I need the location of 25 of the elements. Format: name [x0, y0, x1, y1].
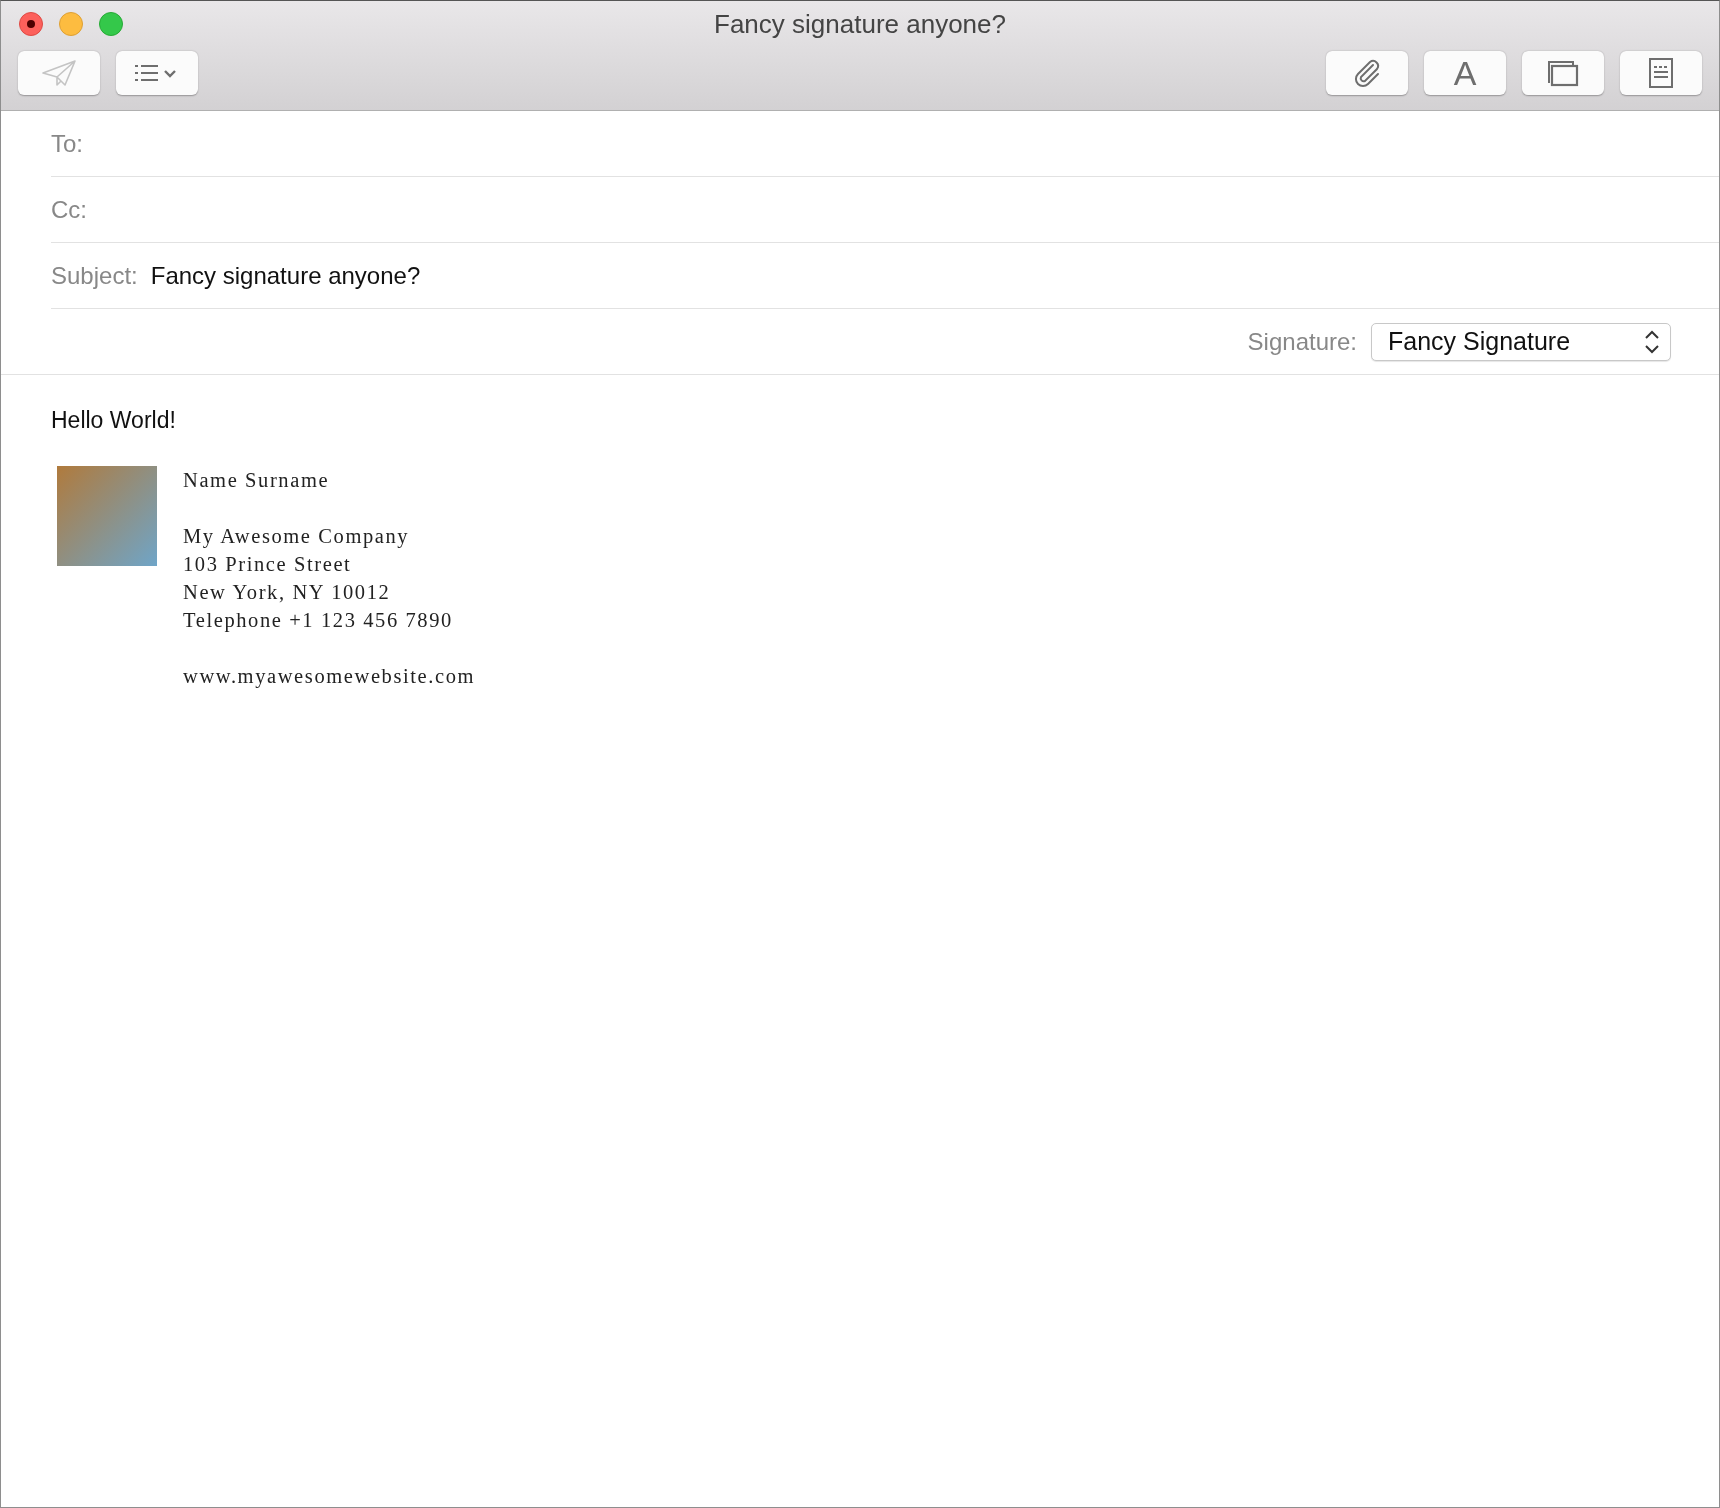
subject-field[interactable]: Fancy signature anyone? [150, 255, 1719, 296]
up-down-chevron-icon [1644, 328, 1660, 355]
signature-dropdown[interactable]: Fancy Signature [1371, 322, 1671, 361]
window-title: Fancy signature anyone? [714, 8, 1006, 39]
field-label: Cc: [51, 195, 87, 224]
attach-button[interactable] [1326, 51, 1408, 95]
signature-label: Signature: [1247, 327, 1357, 356]
close-button[interactable] [19, 12, 43, 36]
signature-text: Telephone +1 123 456 7890 [183, 608, 453, 634]
paper-plane-icon [41, 59, 77, 87]
photo-browser-button[interactable] [1522, 51, 1604, 95]
paperclip-icon [1352, 57, 1382, 89]
field-label: Subject: [51, 261, 138, 290]
signature-text: www.myawesomewebsite.com [183, 664, 476, 690]
format-menu-button[interactable] [116, 51, 198, 95]
signature-text: 103 Prince Street [183, 552, 352, 577]
stationery-button[interactable] [1620, 51, 1702, 95]
fonts-button[interactable]: A [1424, 51, 1506, 95]
signature-text: New York, NY 10012 [183, 580, 391, 605]
stacked-windows-icon [1547, 59, 1579, 87]
signature-text: My Awesome Company [183, 524, 410, 550]
signature-text: Name Surname [183, 468, 330, 493]
field-label: To: [51, 129, 83, 158]
document-icon [1648, 58, 1674, 88]
body-text: Hello World! [51, 407, 177, 434]
